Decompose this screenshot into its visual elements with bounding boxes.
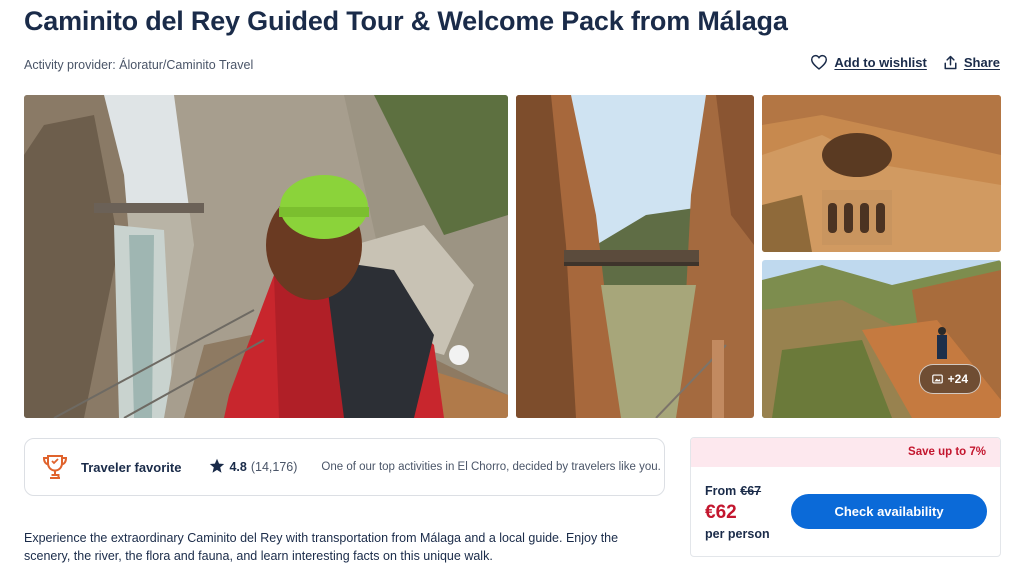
traveler-favorite-label: Traveler favorite [81, 459, 182, 475]
rating-score: 4.8 [229, 460, 247, 474]
from-label: From [705, 484, 737, 498]
traveler-favorite-description: One of our top activities in El Chorro, … [321, 461, 661, 473]
image-icon [931, 374, 943, 384]
header-actions: Add to wishlist Share [810, 54, 1000, 70]
heart-icon [810, 54, 828, 70]
check-availability-button[interactable]: Check availability [791, 494, 987, 529]
more-photos-count: +24 [947, 372, 968, 386]
save-banner: Save up to 7% [691, 438, 1000, 467]
gallery-photo-bridge[interactable] [516, 95, 754, 418]
original-price: €67 [740, 484, 762, 498]
more-photos-button[interactable]: +24 [918, 364, 981, 394]
wishlist-label: Add to wishlist [834, 54, 927, 70]
activity-provider[interactable]: Activity provider: Áloratur/Caminito Tra… [24, 58, 253, 72]
traveler-favorite-card: Traveler favorite 4.8 (14,176) One of ou… [24, 438, 665, 496]
price-block: From €67 €62 per person [705, 484, 770, 541]
from-price-line: From €67 [705, 484, 770, 498]
share-icon [943, 55, 958, 70]
star-icon [209, 458, 225, 477]
page-title: Caminito del Rey Guided Tour & Welcome P… [24, 6, 788, 36]
review-count: (14,176) [250, 460, 298, 474]
gallery-photo-walkway[interactable]: +24 [762, 260, 1001, 418]
rating-summary[interactable]: 4.8 (14,176) [209, 458, 297, 477]
trophy-icon [39, 451, 71, 483]
activity-description: Experience the extraordinary Caminito de… [24, 531, 619, 563]
share-button[interactable]: Share [943, 55, 1000, 70]
current-price: €62 [705, 502, 737, 523]
add-to-wishlist-button[interactable]: Add to wishlist [810, 54, 927, 70]
gallery-photo-aqueduct[interactable] [762, 95, 1001, 252]
photo-gallery: +24 [24, 95, 1001, 418]
share-label: Share [963, 54, 1000, 70]
gallery-photo-hiker[interactable] [24, 95, 508, 418]
booking-card: Save up to 7% From €67 €62 per person Che… [690, 437, 1001, 557]
per-person-label: per person [705, 527, 770, 541]
